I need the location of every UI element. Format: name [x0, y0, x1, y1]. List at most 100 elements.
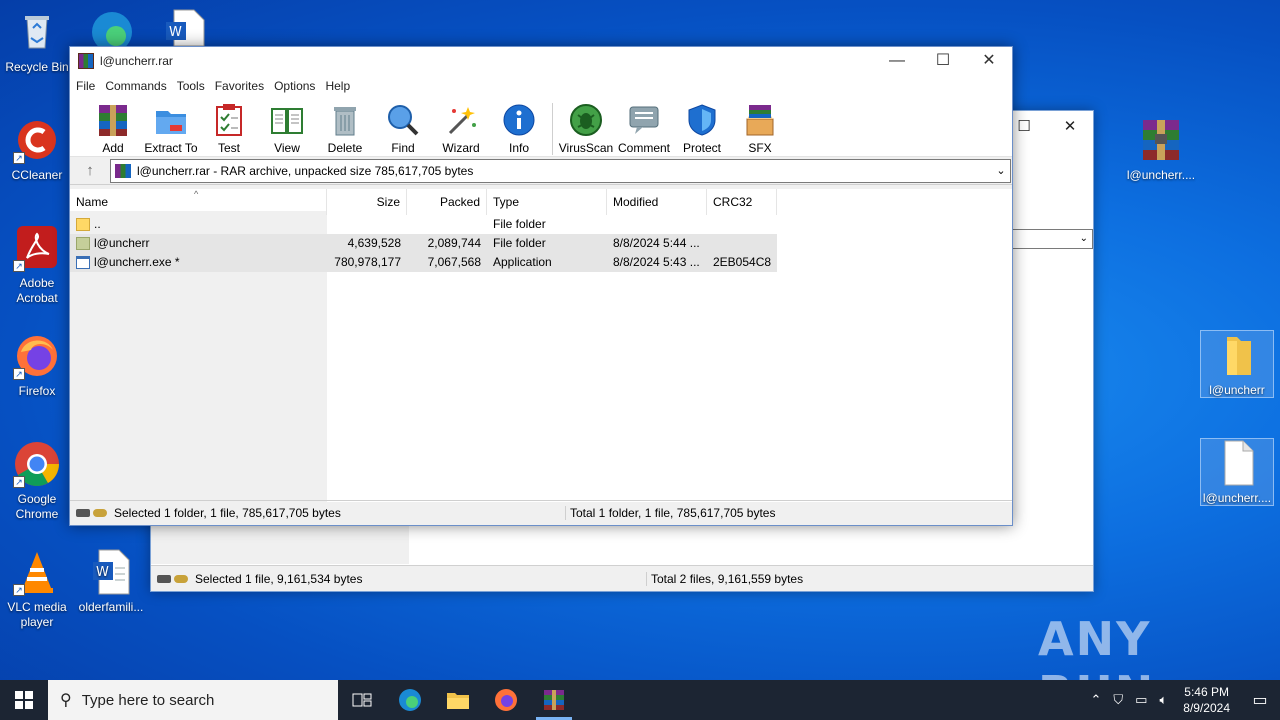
desktop-icon-label: Firefox — [18, 384, 56, 398]
chevron-up-icon[interactable]: ⌃ — [1085, 692, 1108, 708]
edge-taskbar-button[interactable] — [386, 680, 434, 720]
winrar-window[interactable]: l@uncherr.rar — ☐ ✕ File Commands Tools … — [69, 46, 1013, 526]
delete-button[interactable]: Delete — [316, 103, 374, 155]
status-icons — [70, 509, 114, 517]
menu-tools[interactable]: Tools — [177, 79, 213, 93]
row-packed — [407, 215, 487, 234]
folder-icon — [1213, 331, 1261, 379]
task-view-button[interactable] — [338, 680, 386, 720]
file-list[interactable]: Name ^ Size Packed Type Modified CRC32 ..… — [70, 189, 1012, 502]
add-label: Add — [102, 141, 124, 155]
desktop-icon-file[interactable]: l@uncherr.... — [1200, 438, 1274, 506]
protect-button[interactable]: Protect — [673, 103, 731, 155]
file-explorer-taskbar-button[interactable] — [434, 680, 482, 720]
close-button[interactable]: ✕ — [1047, 117, 1093, 135]
shortcut-arrow-icon: ↗ — [13, 260, 25, 272]
comment-button[interactable]: Comment — [615, 103, 673, 155]
row-size — [327, 215, 407, 234]
column-size[interactable]: Size — [327, 189, 407, 215]
notification-icon[interactable]: ▭ — [1240, 690, 1280, 710]
row-modified: 8/8/2024 5:44 ... — [613, 236, 700, 250]
clock-time: 5:46 PM — [1184, 685, 1229, 699]
shortcut-arrow-icon: ↗ — [13, 476, 25, 488]
security-icon[interactable]: ⛉ — [1107, 692, 1129, 708]
desktop-icon-label: Google Chrome — [15, 492, 59, 521]
drive-icon — [76, 509, 90, 517]
test-button[interactable]: Test — [200, 103, 258, 155]
column-crc32[interactable]: CRC32 — [707, 189, 777, 215]
row-type: File folder — [493, 217, 546, 231]
menu-favorites[interactable]: Favorites — [215, 79, 272, 93]
desktop-icon-recycle-bin[interactable]: Recycle Bin — [0, 8, 74, 75]
firefox-icon: ↗ — [13, 332, 61, 380]
folder-icon — [447, 693, 469, 709]
view-button[interactable]: View — [258, 103, 316, 155]
desktop-icon-google-chrome[interactable]: ↗ Google Chrome — [0, 440, 74, 522]
desktop-icon-rar-archive[interactable]: l@uncherr.... — [1124, 116, 1198, 183]
rar-archive-icon — [115, 163, 131, 178]
column-header: Name ^ Size Packed Type Modified CRC32 — [70, 189, 1012, 215]
desktop-icon-adobe-acrobat[interactable]: ↗ Adobe Acrobat — [0, 224, 74, 306]
desktop-icon-ccleaner[interactable]: ↗ CCleaner — [0, 116, 74, 183]
row-packed: 7,067,568 — [427, 255, 481, 269]
find-button[interactable]: Find — [374, 103, 432, 155]
virusscan-label: VirusScan — [558, 141, 614, 155]
protect-label: Protect — [682, 141, 721, 155]
status-icons — [151, 574, 195, 583]
taskbar: ⚲ Type here to search ⌃ ⛉ ▭ 🔈︎ 5:46 PM 8… — [0, 680, 1280, 720]
desktop-icon-folder[interactable]: l@uncherr — [1200, 330, 1274, 398]
sfx-button[interactable]: SFX — [731, 103, 789, 155]
word-desktop-icon[interactable]: W — [162, 8, 206, 47]
trash-icon — [328, 103, 362, 137]
firefox-taskbar-button[interactable] — [482, 680, 530, 720]
winrar-taskbar-button[interactable] — [530, 680, 578, 720]
address-dropdown[interactable]: ⌄ — [1013, 229, 1093, 249]
desktop-icon-label: VLC media player — [7, 600, 67, 629]
path-field[interactable]: l@uncherr.rar - RAR archive, unpacked si… — [110, 158, 1011, 183]
virusscan-button[interactable]: VirusScan — [557, 103, 615, 155]
clock[interactable]: 5:46 PM 8/9/2024 — [1173, 684, 1240, 716]
info-button[interactable]: Info — [490, 103, 548, 155]
edge-desktop-icon[interactable] — [88, 6, 136, 52]
start-button[interactable] — [0, 680, 48, 720]
extract-to-button[interactable]: Extract To — [142, 103, 200, 155]
key-icon — [93, 509, 107, 517]
menu-commands[interactable]: Commands — [105, 79, 174, 93]
minimize-button[interactable]: — — [874, 47, 920, 75]
table-row[interactable]: .. File folder — [70, 215, 777, 234]
desktop-icon-label: Recycle Bin — [5, 60, 69, 74]
taskbar-search-box[interactable]: ⚲ Type here to search — [48, 680, 338, 720]
add-button[interactable]: Add — [84, 103, 142, 155]
volume-icon[interactable]: 🔈︎ — [1153, 692, 1173, 708]
table-row[interactable]: l@uncherr 4,639,528 2,089,744 File folde… — [70, 234, 777, 253]
desktop-icon-label: l@uncherr.... — [1202, 491, 1272, 505]
column-name[interactable]: Name ^ — [70, 189, 327, 215]
firefox-icon — [495, 689, 517, 711]
wizard-button[interactable]: Wizard — [432, 103, 490, 155]
chevron-down-icon[interactable]: ⌄ — [992, 164, 1010, 177]
acrobat-icon: ↗ — [13, 224, 61, 272]
menu-options[interactable]: Options — [274, 79, 323, 93]
column-modified[interactable]: Modified — [607, 189, 707, 215]
row-name: l@uncherr — [94, 236, 150, 250]
status-selected: Selected 1 file, 9,161,534 bytes — [195, 571, 647, 586]
path-text: l@uncherr.rar - RAR archive, unpacked si… — [137, 163, 474, 178]
svg-text:W: W — [96, 565, 109, 580]
application-icon — [76, 256, 90, 269]
desktop-icon-vlc[interactable]: ↗ VLC media player — [0, 548, 74, 630]
status-total: Total 1 folder, 1 file, 785,617,705 byte… — [570, 506, 776, 520]
desktop-icon-word-doc[interactable]: W olderfamili... — [74, 548, 148, 615]
row-modified — [607, 215, 707, 234]
desktop-icon-label: l@uncherr.... — [1126, 168, 1196, 182]
column-type[interactable]: Type — [487, 189, 607, 215]
network-icon[interactable]: ▭ — [1129, 692, 1153, 708]
find-label: Find — [391, 141, 415, 155]
column-packed[interactable]: Packed — [407, 189, 487, 215]
desktop-icon-firefox[interactable]: ↗ Firefox — [0, 332, 74, 399]
table-row[interactable]: l@uncherr.exe * 780,978,177 7,067,568 Ap… — [70, 253, 777, 272]
close-button[interactable]: ✕ — [966, 47, 1012, 75]
menu-file[interactable]: File — [76, 79, 103, 93]
menu-help[interactable]: Help — [325, 79, 358, 93]
maximize-button[interactable]: ☐ — [920, 47, 966, 75]
up-arrow-icon[interactable]: ↑ — [70, 162, 110, 179]
